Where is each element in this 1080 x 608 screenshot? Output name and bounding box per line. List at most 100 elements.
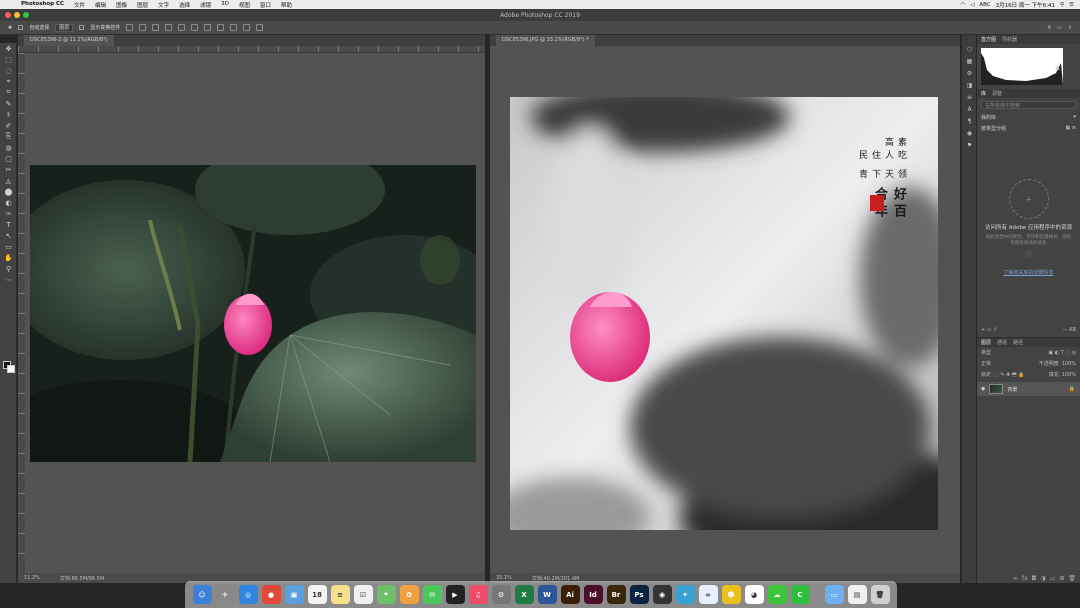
panel-dock-1-icon[interactable]: ▦ <box>962 55 977 67</box>
word-icon[interactable]: W <box>537 585 557 604</box>
menu-item-6[interactable]: 选择 <box>174 1 195 9</box>
align-right-icon[interactable] <box>152 24 160 31</box>
chevron-down-icon[interactable]: ▾ <box>1073 114 1076 121</box>
library-view-label[interactable]: 按类型分组 <box>981 125 1006 132</box>
taobao-icon[interactable]: ☻ <box>721 585 741 604</box>
menu-item-9[interactable]: 视图 <box>234 1 255 9</box>
adjustment-layer-icon[interactable]: ◑ <box>1040 575 1045 582</box>
tab-histogram[interactable]: 直方图 <box>981 36 996 43</box>
search-icon[interactable]: ⚲ <box>1047 25 1051 31</box>
library-name[interactable]: 我的库 <box>981 114 996 121</box>
quicktime-icon[interactable]: ▶ <box>445 585 465 604</box>
add-asset-icon[interactable]: + <box>1008 179 1049 219</box>
panel-dock-8-icon[interactable]: ⚑ <box>962 139 977 151</box>
new-layer-icon[interactable]: ⊞ <box>1059 575 1064 582</box>
distribute-icon[interactable] <box>204 24 212 31</box>
tab-libraries[interactable]: 库 <box>981 90 986 97</box>
align-bottom-icon[interactable] <box>191 24 199 31</box>
iqiyi-icon[interactable]: C <box>790 585 810 604</box>
tool-3-icon[interactable]: ⌖ <box>0 76 17 87</box>
menu-item-7[interactable]: 滤镜 <box>195 1 216 9</box>
align-center-icon[interactable] <box>139 24 147 31</box>
add-mask-icon[interactable]: ◘ <box>1032 575 1037 582</box>
tool-8-icon[interactable]: ⎘ <box>0 131 17 142</box>
tool-0-icon[interactable]: ✥ <box>0 43 17 54</box>
wechat-icon[interactable]: ☁ <box>767 585 787 604</box>
safari-icon[interactable]: ◎ <box>238 585 258 604</box>
zoom-button[interactable] <box>23 12 29 18</box>
opacity-value[interactable]: 100% <box>1062 361 1076 367</box>
menu-item-2[interactable]: 编辑 <box>90 1 111 9</box>
tab-channels[interactable]: 通道 <box>997 339 1007 346</box>
move-tool-icon[interactable]: ✥ <box>8 25 12 31</box>
panel-dock-3-icon[interactable]: ◨ <box>962 79 977 91</box>
calendar-icon[interactable]: 18 <box>307 585 327 604</box>
photoshop-icon[interactable]: Ps <box>629 585 649 604</box>
minimize-button[interactable] <box>14 12 20 18</box>
doc-info-1[interactable]: 文档:86.5M/86.5M <box>60 575 104 582</box>
davinci-icon[interactable]: ◉ <box>652 585 672 604</box>
tab-paths[interactable]: 路径 <box>1013 339 1023 346</box>
tool-13-icon[interactable]: ⬤ <box>0 186 17 197</box>
menu-item-3[interactable]: 图像 <box>111 1 132 9</box>
baidu-netdisk-icon[interactable]: ∞ <box>698 585 718 604</box>
menu-item-11[interactable]: 帮助 <box>276 1 297 9</box>
menu-item-8[interactable]: 3D <box>216 1 234 9</box>
launchpad-icon[interactable]: ✈ <box>215 585 235 604</box>
wifi-icon[interactable]: ◠ <box>960 2 965 8</box>
menu-item-0[interactable]: Photoshop CC <box>16 1 69 9</box>
finder-icon[interactable]: ☺ <box>192 585 212 604</box>
tool-15-icon[interactable]: ✑ <box>0 208 17 219</box>
show-transform-checkbox[interactable] <box>79 25 85 30</box>
menu-item-5[interactable]: 文字 <box>153 1 174 9</box>
maps-icon[interactable]: ⌖ <box>376 585 396 604</box>
menu-item-4[interactable]: 图层 <box>132 1 153 9</box>
share-icon[interactable]: ⇪ <box>1068 25 1072 31</box>
link-layers-icon[interactable]: ∞ <box>1013 575 1018 582</box>
excel-icon[interactable]: X <box>514 585 534 604</box>
panel-dock-7-icon[interactable]: ◉ <box>962 127 977 139</box>
panel-dock-4-icon[interactable]: ≡ <box>962 91 977 103</box>
tool-16-icon[interactable]: T <box>0 219 17 230</box>
control-center-icon[interactable]: ☰ <box>1069 2 1074 8</box>
tool-1-icon[interactable]: ⬚ <box>0 54 17 65</box>
trash-icon[interactable]: 🗑 <box>870 585 890 604</box>
tool-2-icon[interactable]: ◌ <box>0 65 17 76</box>
input-method-label[interactable]: ABC <box>979 2 990 8</box>
panel-dock-6-icon[interactable]: ¶ <box>962 115 977 127</box>
tool-11-icon[interactable]: ✂ <box>0 164 17 175</box>
document-tab-1[interactable]: DSC05396-2 @ 11.2%(RGB/8*) <box>24 35 114 46</box>
eye-icon[interactable]: ◉ <box>981 386 985 392</box>
filter-kind-select[interactable]: 类型 <box>981 349 991 356</box>
delete-layer-icon[interactable]: 🗑 <box>1068 575 1076 582</box>
grid-view-icon[interactable]: ▦ ≡ <box>1065 125 1076 132</box>
canvas-photo-inkwash[interactable]: 百年 好合 领天下青 吃人住民 素高 <box>510 97 938 530</box>
workspace-icon[interactable]: ▭ <box>1057 25 1062 31</box>
library-search-input[interactable]: 在所有库中搜索 <box>981 101 1076 109</box>
notes-icon[interactable]: ≡ <box>330 585 350 604</box>
tool-21-icon[interactable]: ⋯ <box>0 274 17 285</box>
document-tab-2[interactable]: DSC05396.JPG @ 33.1%(RGB/8*) * <box>496 35 595 46</box>
tab-layers[interactable]: 图层 <box>981 339 991 346</box>
menu-item-1[interactable]: 文件 <box>69 1 90 9</box>
background-color-swatch[interactable] <box>7 365 15 373</box>
library-learn-more-link[interactable]: 了解有关库的详细信息 <box>977 269 1080 276</box>
illustrator-icon[interactable]: Ai <box>560 585 580 604</box>
align-left-icon[interactable] <box>126 24 134 31</box>
fill-value[interactable]: 100% <box>1062 372 1076 378</box>
tab-adjustments[interactable]: 调整 <box>992 90 1002 97</box>
layer-name[interactable]: 背景 <box>1007 386 1017 393</box>
lock-icons[interactable]: ⬚ ✎ ✥ ⬒ 🔒 <box>994 372 1024 378</box>
tool-19-icon[interactable]: ✋ <box>0 252 17 263</box>
tool-4-icon[interactable]: ⌗ <box>0 87 17 98</box>
tool-12-icon[interactable]: ◬ <box>0 175 17 186</box>
layer-item-background[interactable]: ◉ 背景 🔒 <box>977 382 1080 396</box>
3d-mode-icon[interactable] <box>230 24 238 31</box>
reminders-icon[interactable]: ☑ <box>353 585 373 604</box>
panel-dock-2-icon[interactable]: ⚙ <box>962 67 977 79</box>
preview-icon[interactable]: ▣ <box>284 585 304 604</box>
align-middle-icon[interactable] <box>178 24 186 31</box>
auto-select-checkbox[interactable] <box>18 25 24 30</box>
add-library-icon[interactable]: + ▭ ⇪ <box>981 327 997 333</box>
document-icon[interactable]: ▤ <box>847 585 867 604</box>
